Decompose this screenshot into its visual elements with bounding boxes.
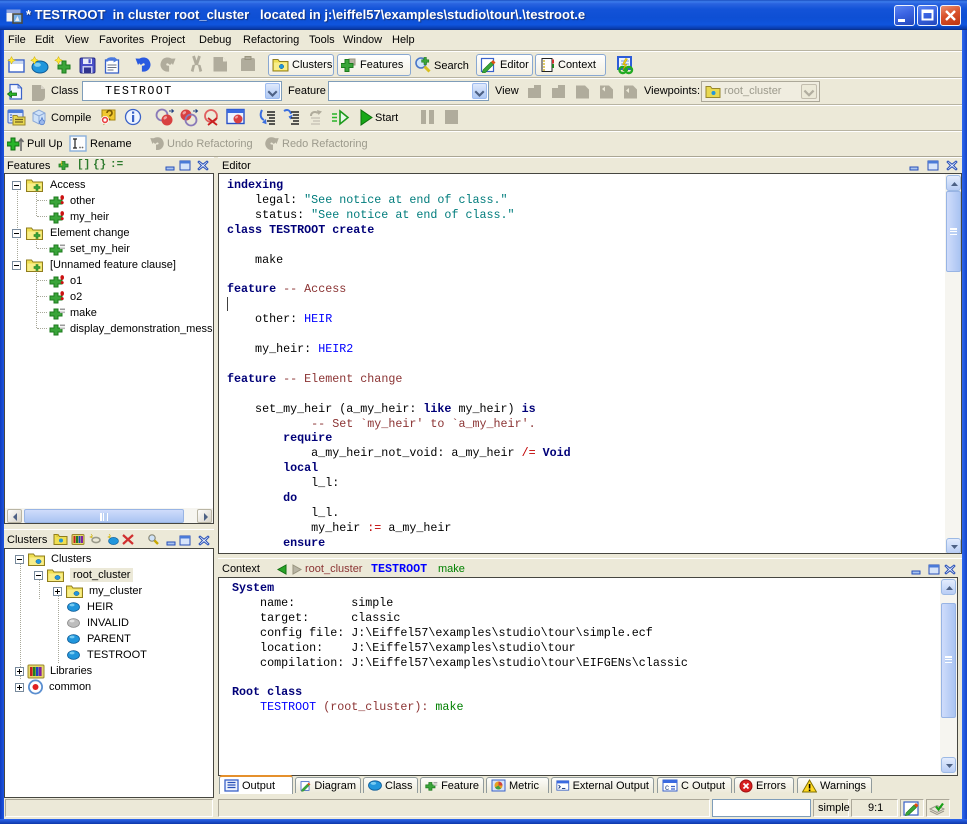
svg-text:c: c: [665, 783, 669, 792]
